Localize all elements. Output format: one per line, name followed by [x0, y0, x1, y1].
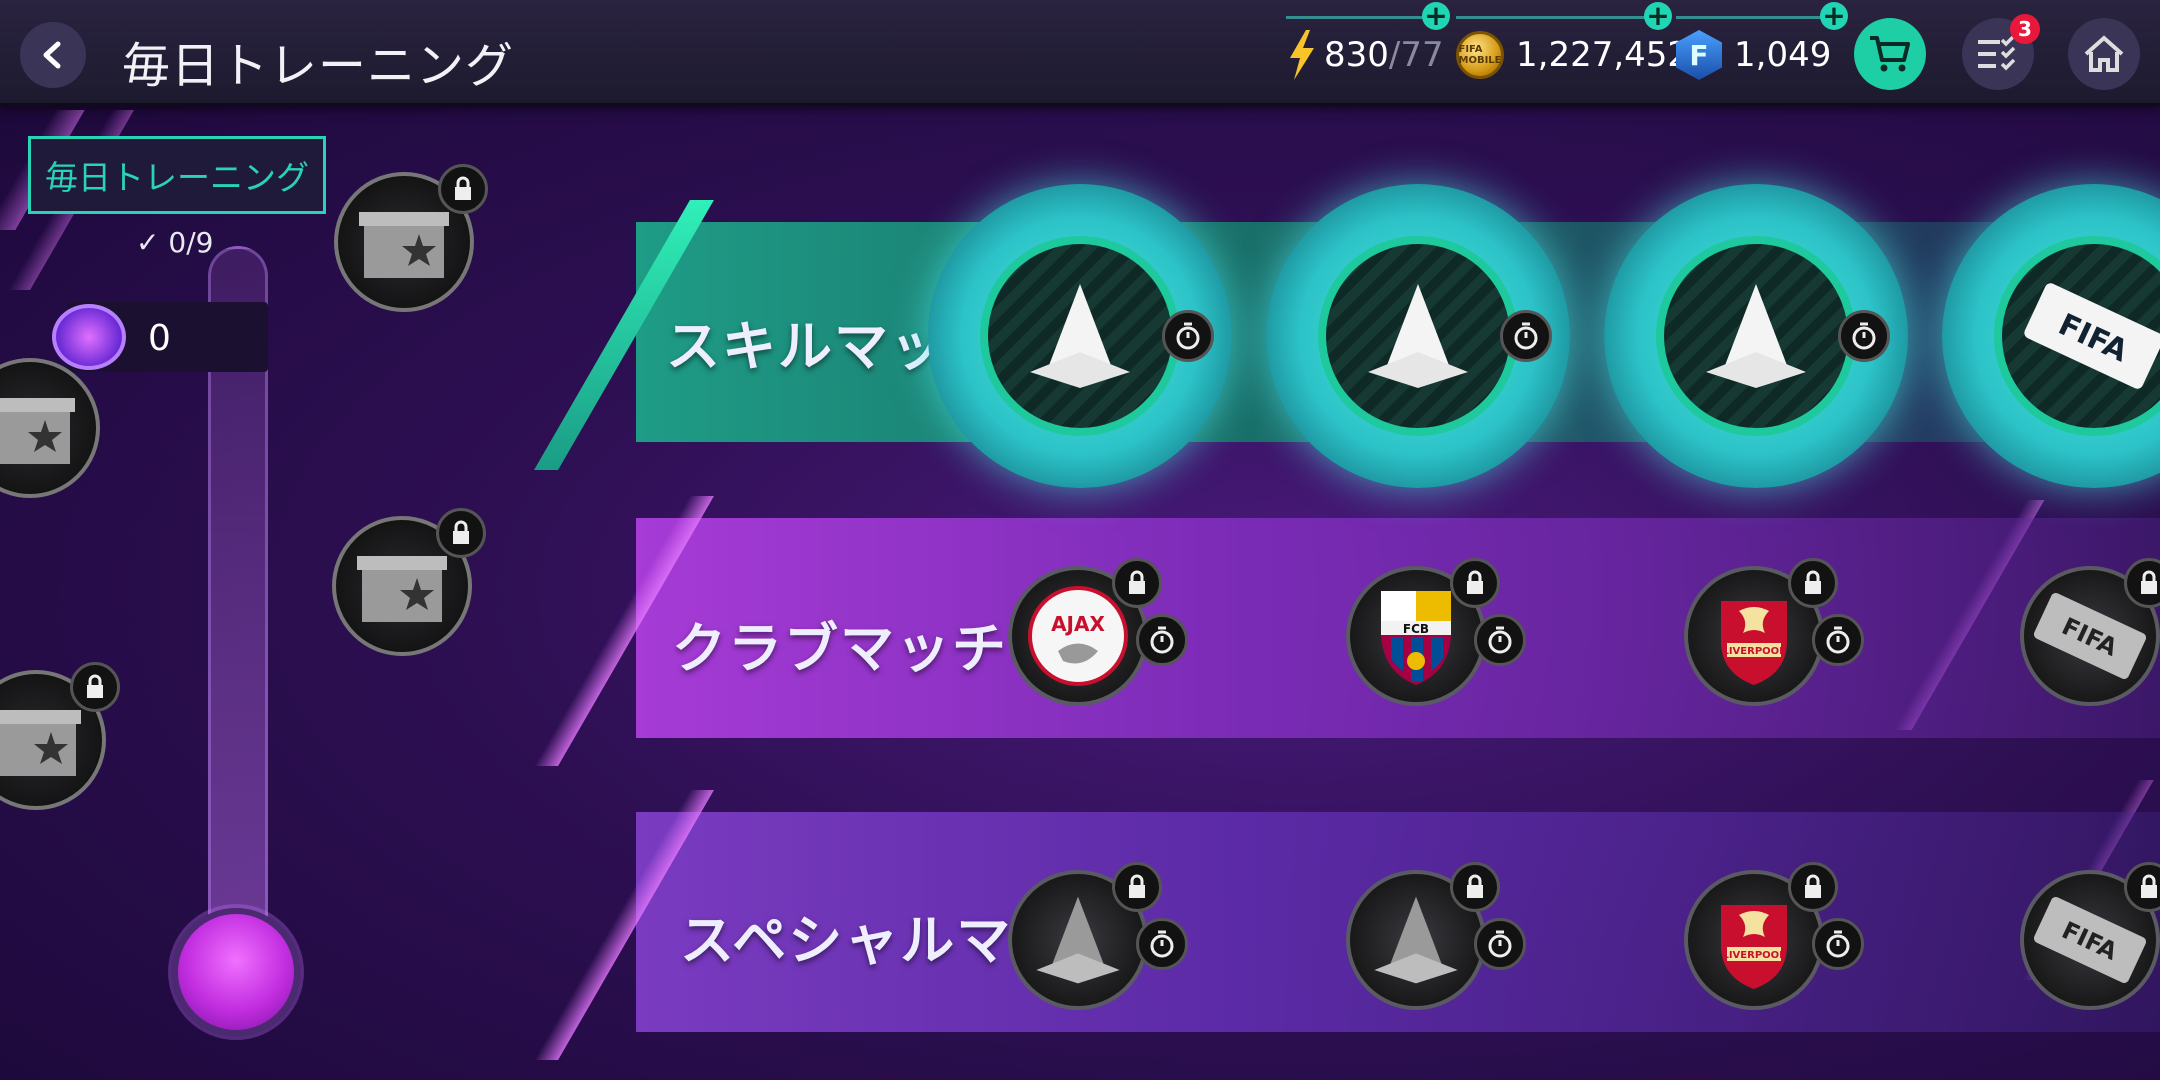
timer-icon — [1838, 310, 1890, 362]
checklist-icon — [1978, 36, 2016, 71]
page-title: 毎日トレーニング — [122, 38, 515, 94]
reward-gift-node[interactable] — [0, 358, 100, 498]
lock-icon — [1112, 558, 1162, 608]
ticket-icon: FIFA — [2024, 283, 2160, 389]
lock-icon — [1112, 862, 1162, 912]
energy-counter[interactable]: + 830/77 — [1286, 2, 1450, 82]
coin-icon: FIFA MOBILE — [1456, 31, 1504, 79]
lock-icon — [438, 164, 488, 214]
add-coins-button[interactable]: + — [1644, 2, 1672, 30]
checkmark-icon: ✓ — [136, 226, 169, 259]
ticket-icon: FIFA — [2033, 593, 2147, 679]
fifa-points-value: 1,049 — [1734, 35, 1832, 75]
timer-icon — [1162, 310, 1214, 362]
tasks-badge: 3 — [2010, 14, 2040, 44]
coin-value: 1,227,452 — [1516, 35, 1690, 75]
timer-icon — [1136, 614, 1188, 666]
training-cone-icon — [1706, 284, 1806, 388]
svg-text:LIVERPOOL: LIVERPOOL — [1722, 646, 1786, 657]
whistle-icon — [52, 304, 126, 370]
gift-box-icon — [359, 212, 449, 278]
tasks-button[interactable]: 3 — [1962, 14, 2040, 90]
lock-icon — [1450, 558, 1500, 608]
gift-box-icon — [357, 556, 447, 622]
training-cone-icon — [1030, 284, 1130, 388]
progress-label: ✓ 0/9 — [136, 226, 214, 259]
lightning-icon — [1290, 30, 1314, 80]
coin-counter[interactable]: + FIFA MOBILE 1,227,452 — [1456, 2, 1690, 82]
club-match-title: クラブマッチ — [672, 617, 1008, 680]
energy-max: /77 — [1388, 35, 1444, 75]
home-icon — [2084, 35, 2124, 72]
ticket-icon: FIFA — [2033, 897, 2147, 983]
gift-box-icon — [0, 710, 81, 776]
svg-text:LIVERPOOL: LIVERPOOL — [1722, 950, 1786, 961]
back-button[interactable] — [20, 22, 86, 88]
timer-icon — [1812, 614, 1864, 666]
training-cone-icon — [1374, 896, 1458, 984]
home-button[interactable] — [2068, 18, 2140, 90]
fifa-points-icon: F — [1676, 30, 1722, 80]
chevron-left-icon — [43, 41, 61, 69]
svg-text:AJAX: AJAX — [1051, 612, 1105, 636]
lock-icon — [1450, 862, 1500, 912]
energy-value: 830 — [1324, 35, 1389, 75]
timer-icon — [1474, 614, 1526, 666]
whistle-count: 0 — [148, 318, 171, 359]
training-cone-icon — [1368, 284, 1468, 388]
add-energy-button[interactable]: + — [1422, 2, 1450, 30]
timer-icon — [1812, 918, 1864, 970]
timer-icon — [1136, 918, 1188, 970]
progress-knob[interactable] — [172, 908, 300, 1036]
lock-icon — [436, 508, 486, 558]
top-bar: 毎日トレーニング + 830/77 + FIFA MOBILE 1,227,45… — [0, 0, 2160, 106]
fifa-points-counter[interactable]: + F 1,049 — [1676, 2, 1848, 82]
lock-icon — [1788, 558, 1838, 608]
timer-icon — [1474, 918, 1526, 970]
lock-icon — [70, 662, 120, 712]
cart-icon — [1870, 36, 1910, 72]
timer-icon — [1500, 310, 1552, 362]
shop-button[interactable] — [1854, 18, 1926, 90]
svg-text:FCB: FCB — [1403, 622, 1429, 636]
daily-training-tab[interactable]: 毎日トレーニング — [28, 136, 326, 214]
lock-icon — [1788, 862, 1838, 912]
gift-box-icon — [0, 398, 75, 464]
add-fifa-points-button[interactable]: + — [1820, 2, 1848, 30]
training-cone-icon — [1036, 896, 1120, 984]
